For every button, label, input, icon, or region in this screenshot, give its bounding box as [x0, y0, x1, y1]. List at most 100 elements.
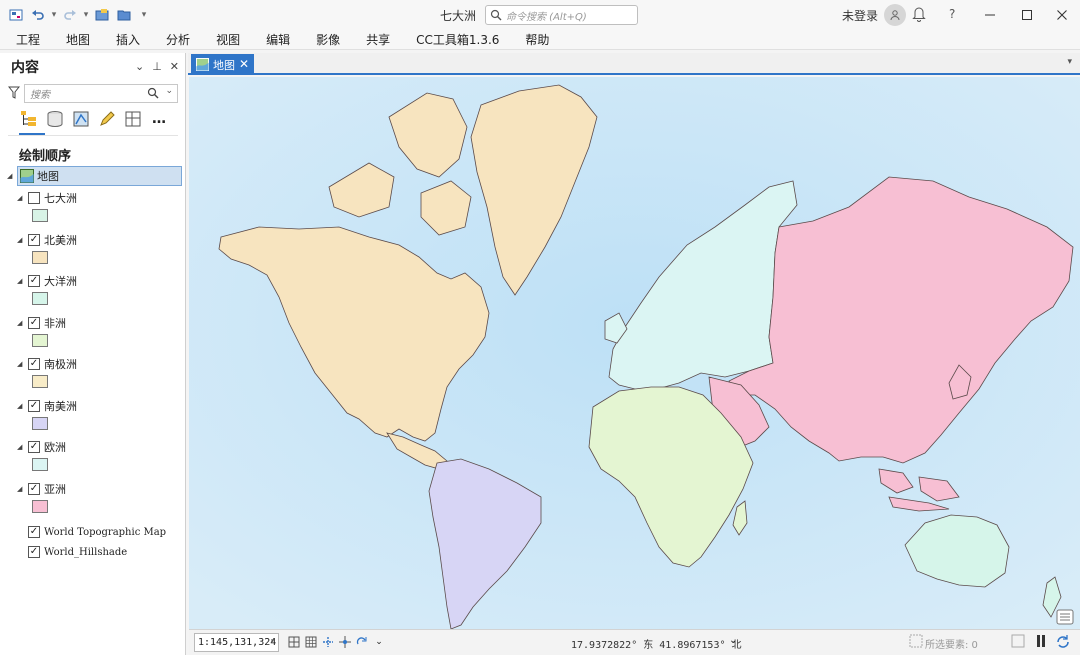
toolbar-divider — [8, 135, 178, 136]
tab-edit[interactable]: 编辑 — [266, 31, 290, 48]
pause-drawing-icon[interactable] — [1035, 634, 1047, 648]
undo-dropdown-icon[interactable]: ▾ — [50, 10, 58, 20]
filter-icon[interactable] — [8, 86, 20, 100]
contents-view-toolbar: … — [20, 109, 168, 129]
list-by-source-icon[interactable] — [46, 109, 64, 129]
layer-symbol-swatch[interactable] — [32, 458, 48, 471]
layer-symbol-swatch[interactable] — [32, 417, 48, 430]
selection-icon[interactable] — [909, 634, 923, 648]
basemap-layer-item[interactable]: ✓ World_Hillshade — [0, 542, 186, 562]
list-by-editing-icon[interactable] — [98, 109, 116, 129]
close-tab-icon[interactable]: ✕ — [239, 57, 249, 71]
layer-visibility-checkbox[interactable]: ✓ — [28, 546, 40, 558]
contents-search-placeholder: 搜索 — [30, 89, 50, 101]
maximize-icon[interactable] — [1012, 4, 1042, 26]
layer-visibility-checkbox[interactable]: ✓ — [28, 441, 40, 453]
fixed-zoom-icon[interactable] — [287, 634, 301, 650]
tab-list-dropdown-icon[interactable]: ▾ — [1067, 57, 1072, 67]
layer-symbol-swatch[interactable] — [32, 334, 48, 347]
refresh-view-icon[interactable] — [1011, 634, 1025, 648]
layer-item[interactable]: 七大洲 — [0, 188, 186, 208]
avatar[interactable] — [884, 4, 907, 26]
scale-dropdown-icon[interactable]: ▾ — [270, 636, 275, 645]
redo-icon[interactable] — [60, 4, 80, 26]
layer-item[interactable]: ✓ 南美洲 — [0, 396, 186, 416]
quick-access-toolbar: ▾ ▾ ▾ — [0, 0, 152, 30]
drawing-order-heading: 绘制顺序 — [19, 149, 72, 164]
layer-visibility-checkbox[interactable] — [28, 192, 40, 204]
pin-icon[interactable]: ⊥ — [152, 60, 162, 73]
navigation-icon[interactable] — [338, 634, 352, 650]
tab-map[interactable]: 地图 — [66, 31, 90, 48]
layer-visibility-checkbox[interactable]: ✓ — [28, 275, 40, 287]
undo-icon[interactable] — [28, 4, 48, 26]
layer-symbol-swatch[interactable] — [32, 375, 48, 388]
tab-project[interactable]: 工程 — [16, 31, 40, 48]
map-view-tab[interactable]: 地图 ✕ — [191, 54, 254, 75]
tab-insert[interactable]: 插入 — [116, 31, 140, 48]
project-icon[interactable] — [6, 4, 26, 26]
notifications-icon[interactable] — [911, 5, 927, 23]
layer-visibility-checkbox[interactable]: ✓ — [28, 400, 40, 412]
tab-analysis[interactable]: 分析 — [166, 31, 190, 48]
open-project-icon[interactable] — [114, 4, 134, 26]
login-status[interactable]: 未登录 — [842, 7, 878, 24]
basemap-layer-item[interactable]: ✓ World Topographic Map — [0, 522, 186, 542]
tab-cc-toolbox[interactable]: CC工具箱1.3.6 — [416, 31, 499, 48]
layer-item[interactable]: ✓ 欧洲 — [0, 437, 186, 457]
cursor-coordinates: 17.9372822° 东 41.8967153° 北 — [571, 640, 742, 651]
pane-close-icon[interactable]: ✕ — [170, 60, 179, 73]
search-dropdown-icon[interactable]: ⌄ — [165, 86, 173, 96]
minimize-icon[interactable] — [975, 4, 1005, 26]
layer-item[interactable]: ✓ 非洲 — [0, 313, 186, 333]
basemap-label: World Topographic Map — [44, 526, 167, 538]
layer-symbol-swatch[interactable] — [32, 500, 48, 513]
layer-symbol-swatch[interactable] — [32, 209, 48, 222]
layer-visibility-checkbox[interactable]: ✓ — [28, 358, 40, 370]
map-icon — [196, 58, 209, 71]
map-view[interactable] — [189, 77, 1080, 629]
rotate-icon[interactable] — [355, 634, 369, 650]
layer-item[interactable]: ✓ 亚洲 — [0, 479, 186, 499]
collapse-map-icon[interactable]: ◢ — [7, 172, 12, 180]
layer-visibility-checkbox[interactable]: ✓ — [28, 317, 40, 329]
help-icon[interactable]: ? — [949, 7, 955, 21]
layer-item[interactable]: ✓ 南极洲 — [0, 354, 186, 374]
layer-visibility-checkbox[interactable]: ✓ — [28, 234, 40, 246]
layer-visibility-checkbox[interactable]: ✓ — [28, 526, 40, 538]
tab-share[interactable]: 共享 — [366, 31, 390, 48]
layer-item[interactable]: ✓ 大洋洲 — [0, 271, 186, 291]
coordinate-format-dropdown-icon[interactable]: ⌄ — [729, 635, 737, 646]
search-icon — [147, 87, 159, 98]
layer-item[interactable]: ✓ 北美洲 — [0, 230, 186, 250]
layer-symbol-swatch[interactable] — [32, 292, 48, 305]
list-by-selection-icon[interactable] — [72, 109, 90, 129]
more-options-icon[interactable]: … — [150, 109, 168, 129]
status-tools-dropdown-icon[interactable]: ⌄ — [372, 634, 386, 650]
list-by-snapping-icon[interactable] — [124, 109, 142, 129]
layer-label: 南极洲 — [44, 358, 77, 371]
refresh-icon[interactable] — [1055, 634, 1071, 650]
world-map[interactable] — [189, 77, 1080, 629]
tab-imagery[interactable]: 影像 — [316, 31, 340, 48]
map-node[interactable]: 地图 — [17, 166, 182, 186]
close-icon[interactable] — [1047, 4, 1077, 26]
scale-selector[interactable]: 1:145,131,324 ▾ — [194, 633, 279, 652]
customize-qat-icon[interactable]: ▾ — [136, 10, 152, 20]
snapping-icon[interactable] — [321, 634, 335, 650]
tab-help[interactable]: 帮助 — [525, 31, 549, 48]
pane-controls: ⌄ ⊥ ✕ — [135, 60, 179, 73]
contents-search-input[interactable]: 搜索 ⌄ — [24, 83, 178, 103]
map-legend-toggle-icon[interactable] — [1056, 609, 1074, 625]
grid-icon[interactable] — [304, 634, 318, 650]
new-project-icon[interactable] — [92, 4, 112, 26]
layer-symbol-swatch[interactable] — [32, 251, 48, 264]
map-tab-label: 地图 — [213, 58, 235, 72]
layer-visibility-checkbox[interactable]: ✓ — [28, 483, 40, 495]
redo-dropdown-icon[interactable]: ▾ — [82, 10, 90, 20]
search-icon — [490, 9, 502, 21]
list-by-drawing-order-icon[interactable] — [20, 109, 38, 129]
pane-options-chevron-icon[interactable]: ⌄ — [135, 60, 144, 73]
tab-view[interactable]: 视图 — [216, 31, 240, 48]
command-search-input[interactable]: 命令搜索 (Alt+Q) — [485, 5, 638, 25]
